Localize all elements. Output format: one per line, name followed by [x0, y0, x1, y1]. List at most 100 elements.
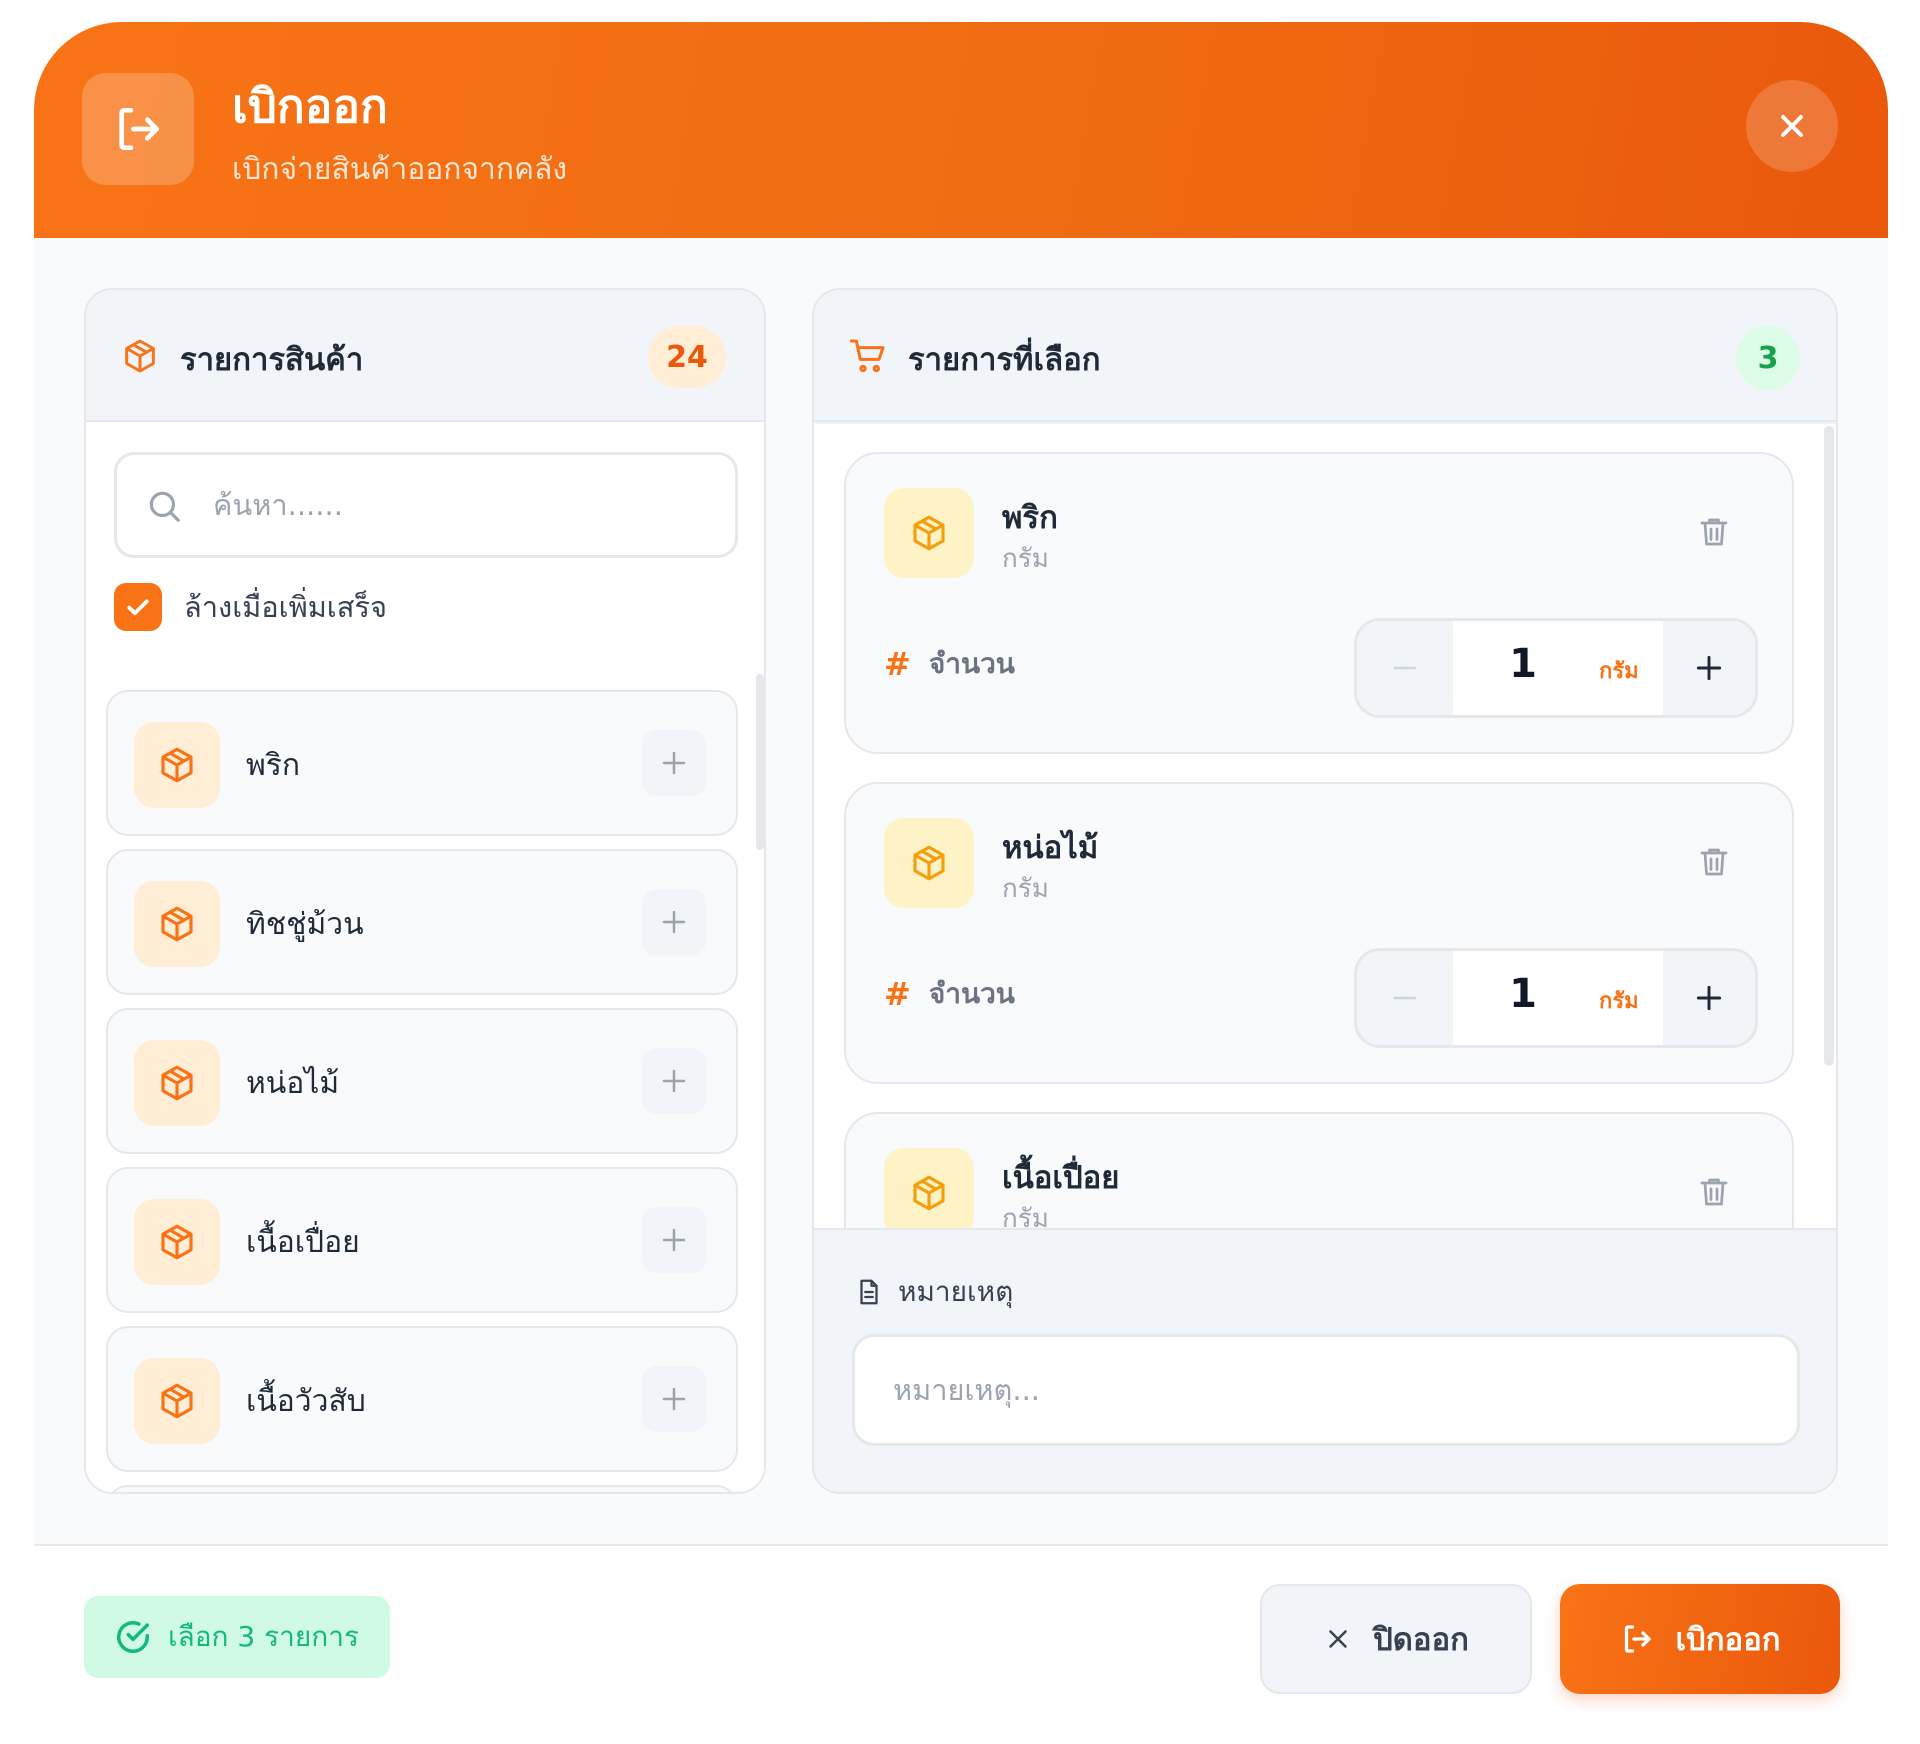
selected-item-card: หน่อไม้ กรัม # จำนวน 1 กรัม [844, 782, 1794, 1084]
plus-icon [662, 1387, 686, 1411]
add-product-button[interactable] [642, 1048, 706, 1114]
selected-count-badge: 3 [1736, 326, 1800, 390]
plus-icon [662, 751, 686, 775]
minus-icon [1393, 996, 1417, 1000]
selected-scrollbar[interactable] [1824, 426, 1834, 1066]
close-modal-label: ปิดออก [1373, 1622, 1469, 1658]
plus-icon [1696, 655, 1722, 681]
search-field[interactable] [114, 452, 738, 558]
selected-item-unit: กรัม [1002, 544, 1049, 574]
selected-panel-header: รายการที่เลือก 3 [814, 290, 1836, 422]
logout-icon [1625, 1625, 1652, 1653]
close-icon [1781, 115, 1803, 137]
quantity-value-box[interactable]: 1 กรัม [1453, 621, 1663, 715]
hash-icon: # [884, 645, 911, 683]
increment-button[interactable] [1663, 951, 1755, 1045]
selected-item-unit: กรัม [1002, 1204, 1049, 1228]
withdraw-submit-button[interactable]: เบิกออก [1560, 1584, 1840, 1694]
decrement-button[interactable] [1357, 621, 1453, 715]
box-icon [884, 818, 974, 908]
products-panel-title: รายการสินค้า [180, 342, 364, 378]
modal-subtitle: เบิกจ่ายสินค้าออกจากคลัง [232, 152, 568, 187]
selected-item-card: พริก กรัม # จำนวน 1 กรัม [844, 452, 1794, 754]
selected-summary-badge: เลือก 3 รายการ [84, 1596, 390, 1678]
minus-icon [1393, 666, 1417, 670]
note-section: หมายเหตุ [814, 1228, 1836, 1492]
trash-icon[interactable] [1696, 512, 1732, 552]
close-button[interactable] [1746, 80, 1838, 172]
modal-header: เบิกออก เบิกจ่ายสินค้าออกจากคลัง [34, 22, 1888, 238]
check-circle-icon [117, 1621, 149, 1653]
plus-icon [662, 1228, 686, 1252]
clear-after-add-checkbox[interactable] [114, 583, 162, 631]
selected-item-unit: กรัม [1002, 874, 1049, 904]
decrement-button[interactable] [1357, 951, 1453, 1045]
trash-icon[interactable] [1696, 1172, 1732, 1212]
box-icon [134, 881, 220, 967]
box-icon [134, 1358, 220, 1444]
search-input[interactable] [213, 477, 713, 533]
box-icon [134, 722, 220, 808]
selected-item-name: หน่อไม้ [1002, 830, 1099, 866]
product-item[interactable]: เนื้อวัวสับ [106, 1326, 738, 1472]
clear-after-add-option[interactable]: ล้างเมื่อเพิ่มเสร็จ [114, 582, 387, 632]
product-name: ทิชชู่ม้วน [246, 907, 364, 942]
selected-item-name: เนื้อเปื่อย [1002, 1160, 1120, 1196]
cart-icon [849, 339, 885, 373]
plus-icon [1696, 985, 1722, 1011]
document-icon [860, 1279, 878, 1305]
modal-title: เบิกออก [232, 79, 388, 133]
withdraw-modal: เบิกออก เบิกจ่ายสินค้าออกจากคลัง รายการส… [34, 22, 1888, 1722]
selected-panel: รายการที่เลือก 3 พริก กรัม # จำนวน 1 กรั… [812, 288, 1838, 1494]
product-item[interactable]: หน่อไม้ [106, 1008, 738, 1154]
add-product-button[interactable] [642, 889, 706, 955]
quantity-value-box[interactable]: 1 กรัม [1453, 951, 1663, 1045]
selected-item-name: พริก [1002, 500, 1058, 536]
box-icon [134, 1199, 220, 1285]
products-count-badge: 24 [648, 326, 726, 388]
product-item[interactable]: ทิชชู่ม้วน [106, 849, 738, 995]
quantity-unit: กรัม [1599, 989, 1639, 1014]
products-scrollbar[interactable] [756, 674, 764, 850]
plus-icon [662, 1069, 686, 1093]
quantity-label: # จำนวน [884, 645, 1015, 683]
quantity-label: # จำนวน [884, 975, 1015, 1013]
product-name: พริก [246, 748, 301, 783]
trash-icon[interactable] [1696, 842, 1732, 882]
increment-button[interactable] [1663, 621, 1755, 715]
check-icon [127, 599, 149, 616]
product-item[interactable]: พริก [106, 690, 738, 836]
quantity-value[interactable]: 1 [1453, 641, 1593, 687]
search-icon [149, 491, 180, 522]
quantity-stepper[interactable]: 1 กรัม [1354, 618, 1758, 718]
products-panel-header: รายการสินค้า 24 [86, 290, 764, 422]
selected-item-card: เนื้อเปื่อย กรัม [844, 1112, 1794, 1228]
product-name: เนื้อเปื่อย [246, 1225, 360, 1260]
product-item[interactable] [106, 1485, 738, 1492]
add-product-button[interactable] [642, 730, 706, 796]
logout-icon [82, 73, 194, 185]
hash-icon: # [884, 975, 911, 1013]
product-name: หน่อไม้ [246, 1066, 340, 1101]
quantity-unit: กรัม [1599, 659, 1639, 684]
product-item[interactable]: เนื้อเปื่อย [106, 1167, 738, 1313]
note-input[interactable] [852, 1334, 1800, 1446]
products-panel: รายการสินค้า 24 ล้างเมื่อเพิ่มเสร็จ [84, 288, 766, 1494]
add-product-button[interactable] [642, 1366, 706, 1432]
quantity-value[interactable]: 1 [1453, 971, 1593, 1017]
modal-body: รายการสินค้า 24 ล้างเมื่อเพิ่มเสร็จ [34, 238, 1888, 1544]
product-name: เนื้อวัวสับ [246, 1384, 366, 1419]
box-icon [125, 339, 155, 373]
quantity-stepper[interactable]: 1 กรัม [1354, 948, 1758, 1048]
box-icon [884, 488, 974, 578]
selected-list: พริก กรัม # จำนวน 1 กรัม หน่อไม้ กรัม # … [814, 424, 1836, 1228]
add-product-button[interactable] [642, 1207, 706, 1273]
close-icon [1329, 1630, 1347, 1648]
modal-footer: เลือก 3 รายการ ปิดออก เบิกออก [34, 1544, 1888, 1722]
selected-panel-title: รายการที่เลือก [908, 342, 1101, 378]
clear-after-add-label: ล้างเมื่อเพิ่มเสร็จ [184, 590, 387, 624]
plus-icon [662, 910, 686, 934]
box-icon [884, 1148, 974, 1228]
close-modal-button[interactable]: ปิดออก [1260, 1584, 1532, 1694]
box-icon [134, 1040, 220, 1126]
